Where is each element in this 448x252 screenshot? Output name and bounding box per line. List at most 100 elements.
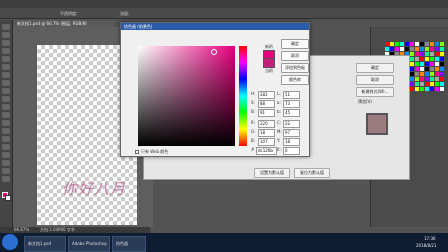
gradient-tool-icon[interactable] — [2, 112, 10, 118]
swatch-cell[interactable] — [395, 42, 399, 46]
swatch-cell[interactable] — [415, 62, 419, 66]
swatch-cell[interactable] — [430, 77, 434, 81]
marquee-tool-icon[interactable] — [2, 32, 10, 38]
swatch-cell[interactable] — [415, 77, 419, 81]
swatch-cell[interactable] — [385, 47, 389, 51]
swatch-cell[interactable] — [410, 57, 414, 61]
layer-cancel-button[interactable]: 取消 — [356, 75, 394, 85]
blur-tool-icon[interactable] — [2, 120, 10, 126]
swatch-cell[interactable] — [440, 47, 444, 51]
swatch-cell[interactable] — [430, 72, 434, 76]
swatch-cell[interactable] — [410, 62, 414, 66]
history-brush-tool-icon[interactable] — [2, 96, 10, 102]
set-default-button[interactable]: 设置为默认值 — [254, 168, 290, 178]
swatch-cell[interactable] — [430, 62, 434, 66]
c-field[interactable]: 22 — [283, 120, 300, 128]
lasso-tool-icon[interactable] — [2, 40, 10, 46]
layer-ok-button[interactable]: 确定 — [356, 63, 394, 73]
new-style-button[interactable]: 新建样式(W)... — [356, 87, 394, 97]
brightness-field[interactable]: 91 — [258, 109, 275, 117]
swatch-cell[interactable] — [410, 87, 414, 91]
swatch-cell[interactable] — [400, 47, 404, 51]
swatch-cell[interactable] — [430, 67, 434, 71]
swatch-cell[interactable] — [435, 52, 439, 56]
swatch-cell[interactable] — [430, 87, 434, 91]
swatch-cell[interactable] — [420, 67, 424, 71]
path-select-tool-icon[interactable] — [2, 152, 10, 158]
background-color-swatch[interactable] — [5, 195, 11, 201]
swatch-cell[interactable] — [425, 77, 429, 81]
taskbar-item-doc[interactable]: 新文档1.psd — [24, 236, 66, 252]
blue-field[interactable]: 107 — [258, 138, 275, 146]
type-tool-icon[interactable] — [2, 144, 10, 150]
swatch-cell[interactable] — [440, 72, 444, 76]
swatch-cell[interactable] — [410, 77, 414, 81]
swatch-cell[interactable] — [425, 57, 429, 61]
swatch-cell[interactable] — [415, 52, 419, 56]
swatch-cell[interactable] — [415, 42, 419, 46]
hand-tool-icon[interactable] — [2, 168, 10, 174]
only-web-checkbox[interactable] — [135, 150, 139, 154]
swatch-cell[interactable] — [435, 77, 439, 81]
swatch-cell[interactable] — [430, 52, 434, 56]
r-field[interactable]: 220 — [258, 120, 275, 128]
h-field[interactable]: 282 — [258, 91, 275, 99]
swatch-cell[interactable] — [420, 87, 424, 91]
lab-b-field[interactable]: 45 — [283, 109, 300, 117]
m-field[interactable]: 97 — [283, 129, 300, 137]
l-field[interactable]: 51 — [283, 91, 300, 99]
swatch-cell[interactable] — [440, 67, 444, 71]
reset-default-button[interactable]: 复位为默认值 — [294, 168, 330, 178]
move-tool-icon[interactable] — [2, 24, 10, 30]
swatch-cell[interactable] — [425, 42, 429, 46]
swatch-cell[interactable] — [435, 87, 439, 91]
swatch-cell[interactable] — [415, 72, 419, 76]
swatch-cell[interactable] — [440, 62, 444, 66]
swatch-cell[interactable] — [435, 57, 439, 61]
color-marker-icon[interactable] — [211, 49, 217, 55]
windows-start-icon[interactable] — [2, 234, 18, 250]
swatch-cell[interactable] — [420, 57, 424, 61]
g-field[interactable]: 18 — [258, 129, 275, 137]
zoom-tool-icon[interactable] — [2, 176, 10, 182]
swatch-cell[interactable] — [430, 47, 434, 51]
swatch-cell[interactable] — [425, 67, 429, 71]
swatch-cell[interactable] — [435, 47, 439, 51]
swatch-cell[interactable] — [425, 72, 429, 76]
document-tab[interactable]: 新文档1.psd @ 66.7% (图层, RGB/8) — [14, 20, 114, 27]
swatch-cell[interactable] — [410, 72, 414, 76]
swatch-cell[interactable] — [415, 57, 419, 61]
y-field[interactable]: 18 — [283, 138, 300, 146]
swatch-cell[interactable] — [405, 47, 409, 51]
swatch-cell[interactable] — [435, 72, 439, 76]
pen-tool-icon[interactable] — [2, 136, 10, 142]
swatch-cell[interactable] — [420, 42, 424, 46]
swatch-cell[interactable] — [440, 57, 444, 61]
s-field[interactable]: 88 — [258, 100, 275, 108]
add-to-swatches-button[interactable]: 添加到色板 — [281, 63, 309, 73]
picker-cancel-button[interactable]: 取消 — [281, 51, 309, 61]
swatch-cell[interactable] — [420, 62, 424, 66]
k-field[interactable]: 0 — [283, 147, 300, 155]
swatch-cell[interactable] — [420, 82, 424, 86]
brush-tool-icon[interactable] — [2, 80, 10, 86]
swatch-cell[interactable] — [410, 82, 414, 86]
swatch-cell[interactable] — [420, 47, 424, 51]
swatch-cell[interactable] — [420, 52, 424, 56]
magic-wand-tool-icon[interactable] — [2, 48, 10, 54]
saturation-brightness-field[interactable] — [138, 46, 235, 146]
color-libraries-button[interactable]: 颜色库 — [281, 75, 309, 85]
eraser-tool-icon[interactable] — [2, 104, 10, 110]
swatch-cell[interactable] — [395, 47, 399, 51]
taskbar-item-photoshop[interactable]: Adobe Photoshop — [68, 236, 110, 252]
swatch-cell[interactable] — [440, 82, 444, 86]
menu-bar[interactable] — [0, 0, 448, 8]
swatch-cell[interactable] — [385, 42, 389, 46]
swatch-cell[interactable] — [430, 42, 434, 46]
stamp-tool-icon[interactable] — [2, 88, 10, 94]
taskbar-item-picker[interactable]: 拾色器 — [112, 236, 146, 252]
swatch-cell[interactable] — [430, 82, 434, 86]
swatch-cell[interactable] — [435, 62, 439, 66]
swatch-cell[interactable] — [440, 42, 444, 46]
picker-ok-button[interactable]: 确定 — [281, 39, 309, 49]
